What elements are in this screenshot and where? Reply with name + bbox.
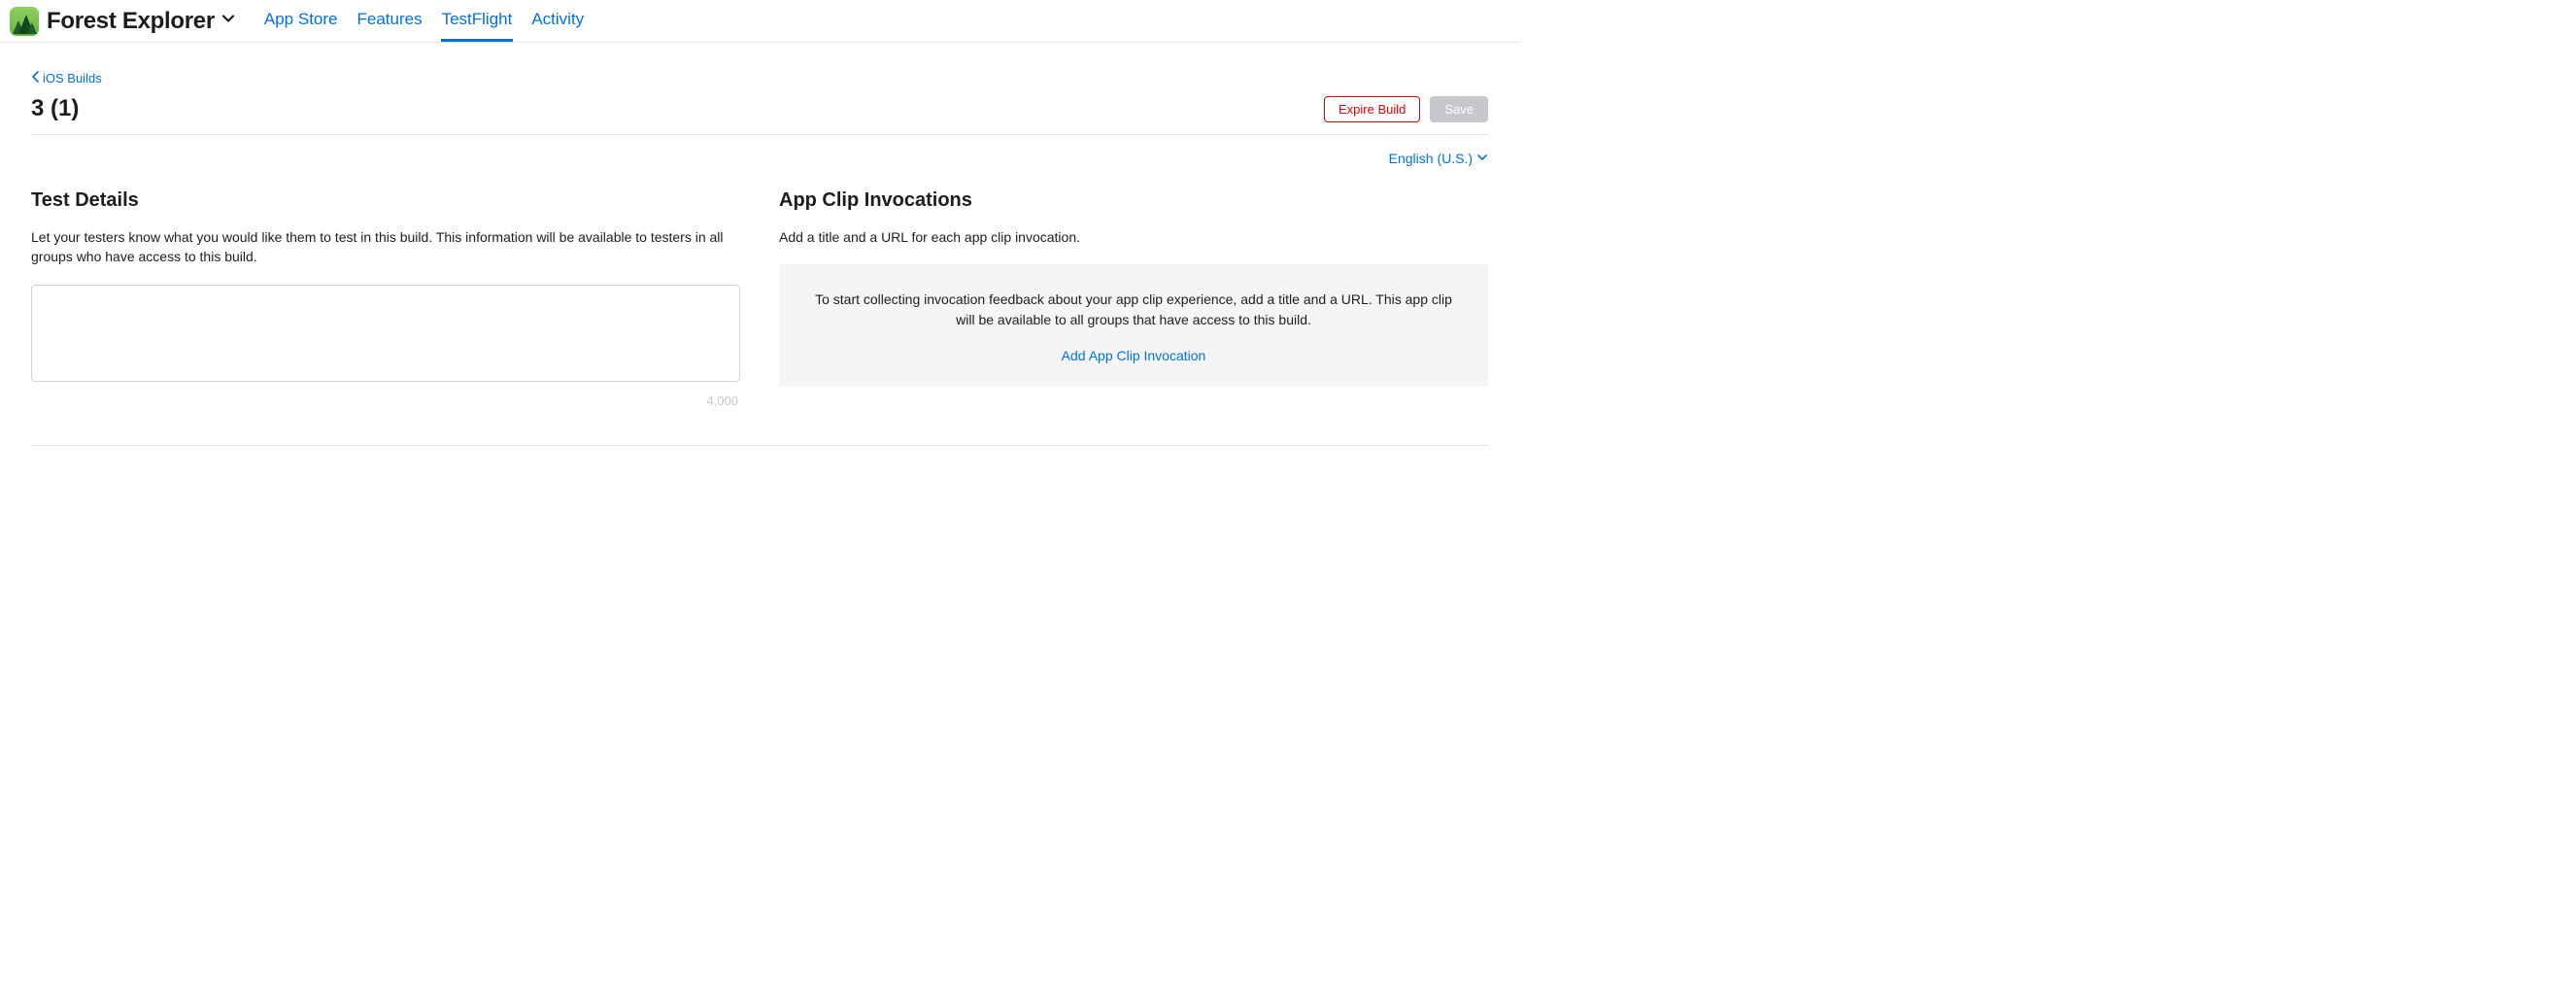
page-content: iOS Builds 3 (1) Expire Build Save Engli… (0, 43, 1519, 446)
expire-build-button[interactable]: Expire Build (1324, 96, 1420, 122)
app-clip-section: App Clip Invocations Add a title and a U… (779, 189, 1488, 387)
main-tabs: App Store Features TestFlight Activity (263, 0, 585, 42)
test-details-textarea[interactable] (31, 285, 740, 382)
app-switcher[interactable]: Forest Explorer (10, 7, 236, 36)
app-clip-desc: Add a title and a URL for each app clip … (779, 227, 1488, 247)
test-details-textarea-wrap: 4,000 (31, 285, 740, 387)
title-row: 3 (1) Expire Build Save (31, 95, 1488, 135)
save-button: Save (1430, 96, 1488, 122)
language-row: English (U.S.) (31, 135, 1488, 189)
char-count: 4,000 (706, 393, 738, 408)
build-title: 3 (1) (31, 95, 79, 122)
app-clip-title: App Clip Invocations (779, 189, 1488, 212)
language-label: English (U.S.) (1389, 151, 1473, 166)
columns: Test Details Let your testers know what … (31, 189, 1488, 387)
app-icon (10, 7, 39, 36)
invocation-info: To start collecting invocation feedback … (808, 290, 1459, 330)
test-details-section: Test Details Let your testers know what … (31, 189, 740, 387)
back-link-label: iOS Builds (43, 71, 102, 85)
chevron-left-icon (31, 71, 41, 85)
tab-app-store[interactable]: App Store (263, 0, 339, 42)
invocation-box: To start collecting invocation feedback … (779, 264, 1488, 387)
app-header: Forest Explorer App Store Features TestF… (0, 0, 1519, 43)
app-title: Forest Explorer (47, 8, 215, 35)
add-app-clip-invocation-link[interactable]: Add App Clip Invocation (808, 348, 1459, 363)
tab-testflight[interactable]: TestFlight (441, 0, 514, 42)
test-details-desc: Let your testers know what you would lik… (31, 227, 740, 267)
test-details-title: Test Details (31, 189, 740, 212)
back-link[interactable]: iOS Builds (31, 71, 102, 85)
chevron-down-icon (220, 11, 236, 31)
tab-features[interactable]: Features (356, 0, 424, 42)
chevron-down-icon (1476, 151, 1488, 166)
title-actions: Expire Build Save (1324, 96, 1488, 122)
language-select[interactable]: English (U.S.) (1389, 151, 1488, 166)
divider (31, 445, 1488, 446)
tab-activity[interactable]: Activity (530, 0, 585, 42)
